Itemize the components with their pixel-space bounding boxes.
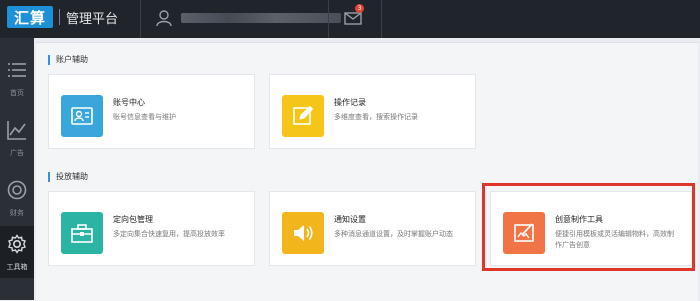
header-divider (140, 0, 141, 38)
sidebar: 首页 广告 财务 工具箱 (0, 38, 34, 300)
targeting-package-icon-tile (61, 212, 103, 254)
highlight-annotation-box (482, 183, 695, 271)
sidebar-item-label: 首页 (10, 89, 24, 97)
sidebar-item-home[interactable]: 首页 (0, 52, 34, 104)
card-notification-settings[interactable]: 通知设置 多种消息通道设置，及时掌握账户动态 (269, 191, 476, 266)
gear-icon (8, 234, 26, 254)
username-redacted (181, 13, 341, 23)
sidebar-item-toolbox[interactable]: 工具箱 (0, 226, 34, 278)
card-operation-log[interactable]: 操作记录 多维度查看，搜索操作记录 (269, 74, 476, 149)
top-bar: 汇算 管理平台 3 (0, 0, 700, 38)
chart-icon (7, 121, 26, 140)
section-title-account: 账户辅助 (48, 55, 88, 65)
card-description: 多维度查看，搜索操作记录 (334, 113, 418, 121)
finance-icon (7, 180, 27, 200)
card-description: 多种消息通道设置，及时掌握账户动态 (334, 230, 453, 238)
card-title: 操作记录 (334, 98, 366, 107)
card-targeting-package[interactable]: 定向包管理 多定向集合快速复用，提高投放效率 (48, 191, 255, 266)
toolbox-icon (71, 224, 93, 243)
section-title-delivery: 投放辅助 (48, 172, 88, 182)
card-title: 通知设置 (334, 215, 366, 224)
card-description: 账号信息查看与维护 (113, 113, 176, 121)
notification-settings-icon-tile (282, 212, 324, 254)
header-divider (381, 0, 382, 38)
logo[interactable]: 汇算 管理平台 (7, 6, 118, 28)
card-account-center[interactable]: 账号中心 账号信息查看与维护 (48, 74, 255, 149)
mail-badge: 3 (355, 4, 364, 13)
card-title: 定向包管理 (113, 215, 153, 224)
card-title: 账号中心 (113, 98, 145, 107)
logo-separator (59, 9, 60, 25)
sidebar-item-label: 财务 (10, 209, 24, 217)
list-icon (8, 63, 26, 77)
operation-log-icon-tile (282, 95, 324, 137)
sidebar-item-ads[interactable]: 广告 (0, 112, 34, 164)
user-icon (156, 10, 172, 27)
sidebar-item-label: 广告 (10, 149, 24, 157)
header-divider (328, 0, 329, 38)
id-card-icon (71, 107, 93, 125)
logo-mark: 汇算 (7, 6, 53, 28)
sidebar-item-finance[interactable]: 财务 (0, 172, 34, 224)
account-center-icon-tile (61, 95, 103, 137)
sidebar-item-label: 工具箱 (6, 263, 28, 271)
platform-title: 管理平台 (66, 11, 119, 27)
card-description: 多定向集合快速复用，提高投放效率 (113, 230, 225, 238)
user-menu[interactable] (155, 9, 341, 27)
edit-icon (293, 105, 314, 125)
speaker-icon (294, 225, 313, 241)
